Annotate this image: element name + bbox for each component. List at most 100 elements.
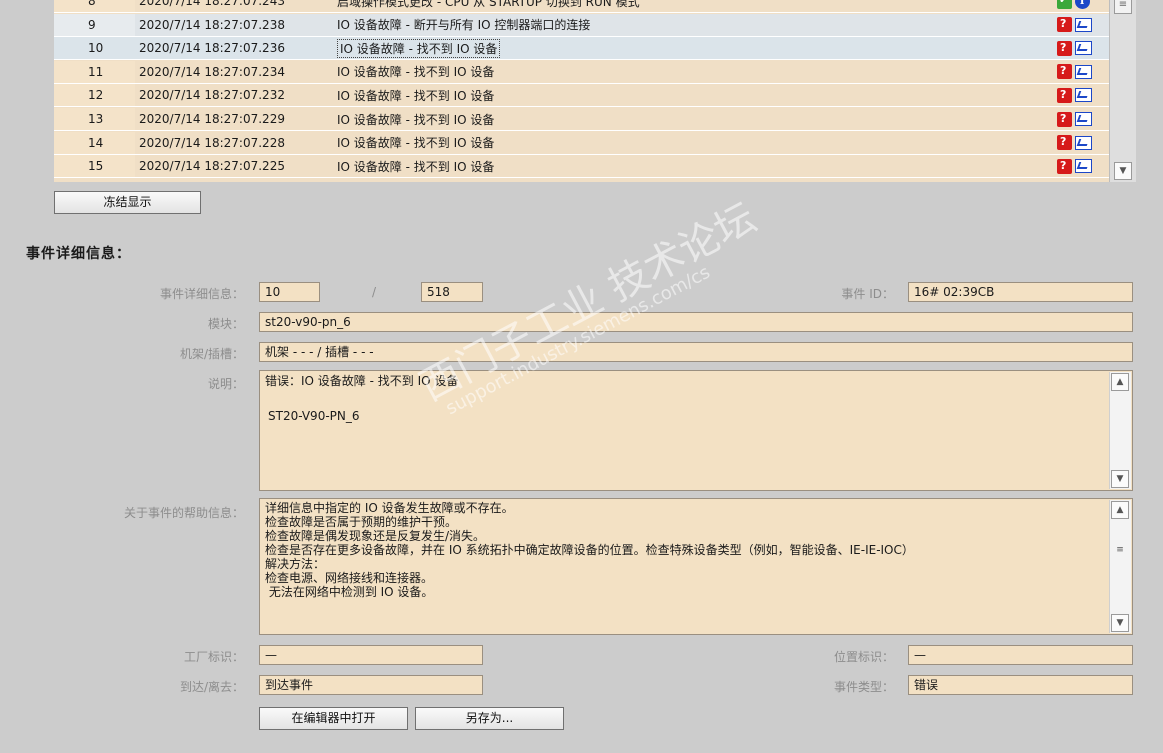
- row-timestamp: 2020/7/14 18:27:07.234: [139, 64, 285, 79]
- row-description: IO 设备故障 - 找不到 IO 设备: [337, 88, 495, 103]
- row-number: 13: [54, 108, 135, 130]
- description-line-2: ST20-V90-PN_6: [268, 409, 360, 423]
- scrollbar-thumb[interactable]: ≡: [1111, 542, 1129, 560]
- message-icon: [1075, 64, 1092, 79]
- location-id-field[interactable]: —: [908, 645, 1133, 665]
- arrival-label: 到达/离去：: [179, 680, 244, 694]
- help-line: 无法在网络中检测到 IO 设备。: [265, 585, 434, 599]
- description-label: 说明：: [207, 377, 244, 391]
- event-index-field[interactable]: 10: [259, 282, 320, 302]
- module-field[interactable]: st20-v90-pn_6: [259, 312, 1133, 332]
- error-icon: [1057, 64, 1072, 80]
- row-icons: [1057, 111, 1109, 127]
- scroll-down-button[interactable]: ▼: [1111, 614, 1129, 632]
- event-table[interactable]: 8 2020/7/14 18:27:07.243 启域操作模式更改 - CPU 从 …: [54, 0, 1109, 182]
- help-line: 检查故障是否属于预期的维护干预。: [265, 515, 458, 529]
- row-timestamp: 2020/7/14 18:27:07.243: [139, 0, 285, 8]
- error-icon: [1057, 111, 1072, 127]
- help-line: 检查是否存在更多设备故障，并在 IO 系统拓扑中确定故障设备的位置。检查特殊设备…: [265, 543, 914, 557]
- row-icons: [1057, 135, 1109, 151]
- chevron-up-icon: ▲: [1116, 505, 1124, 515]
- info-icon: [1075, 0, 1090, 9]
- description-scrollbar[interactable]: ▲ ▼: [1109, 372, 1131, 489]
- row-description: IO 设备故障 - 断开与所有 IO 控制器端口的连接: [337, 18, 591, 33]
- row-number: 11: [54, 60, 135, 83]
- rack-slot-field[interactable]: 机架 - - - / 插槽 - - -: [259, 342, 1133, 362]
- help-line: 检查电源、网络接线和连接器。: [265, 571, 434, 585]
- row-timestamp: 2020/7/14 18:27:07.228: [139, 135, 285, 150]
- row-timestamp: 2020/7/14 18:27:07.225: [139, 159, 285, 174]
- description-line-1: 错误：IO 设备故障 - 找不到 IO 设备: [265, 374, 459, 388]
- index-separator: /: [372, 285, 377, 299]
- row-number: 9: [54, 13, 135, 36]
- error-icon: [1057, 158, 1072, 174]
- row-description: 启域操作模式更改 - CPU 从 STARTUP 切换到 RUN 模式: [337, 0, 640, 9]
- location-id-label: 位置标识：: [833, 650, 894, 664]
- chevron-down-icon: ▼: [1116, 474, 1124, 484]
- message-icon: [1075, 17, 1092, 32]
- table-row[interactable]: 15 2020/7/14 18:27:07.225 IO 设备故障 - 找不到 IO…: [54, 155, 1109, 179]
- event-id-field[interactable]: 16# 02:39CB: [908, 282, 1133, 302]
- row-icons: [1057, 64, 1109, 80]
- message-icon: [1075, 88, 1092, 103]
- chevron-down-icon: ▼: [1116, 618, 1124, 628]
- event-type-field[interactable]: 错误: [908, 675, 1133, 695]
- event-type-label: 事件类型：: [833, 680, 894, 694]
- plant-id-label: 工厂标识：: [183, 650, 244, 664]
- row-description: IO 设备故障 - 找不到 IO 设备: [335, 37, 1057, 59]
- row-timestamp: 2020/7/14 18:27:07.238: [139, 17, 285, 32]
- help-line: 详细信息中指定的 IO 设备发生故障或不存在。: [265, 501, 514, 515]
- help-label: 关于事件的帮助信息：: [123, 506, 244, 520]
- scroll-up-button[interactable]: ▲: [1111, 501, 1129, 519]
- error-icon: [1057, 40, 1072, 56]
- row-number: 12: [54, 84, 135, 107]
- row-description: IO 设备故障 - 找不到 IO 设备: [337, 159, 495, 174]
- row-number: 14: [54, 131, 135, 154]
- freeze-display-button[interactable]: 冻结显示: [54, 191, 201, 214]
- help-line: 检查故障是偶发现象还是反复发生/消失。: [265, 529, 486, 543]
- row-timestamp: 2020/7/14 18:27:07.232: [139, 88, 285, 103]
- row-timestamp: 2020/7/14 18:27:07.236: [139, 41, 285, 56]
- row-number: 10: [54, 37, 135, 60]
- row-description: IO 设备故障 - 找不到 IO 设备: [337, 136, 495, 151]
- scroll-up-button[interactable]: ▲: [1111, 373, 1129, 391]
- plant-id-field[interactable]: —: [259, 645, 483, 665]
- scroll-down-button[interactable]: ▼: [1111, 470, 1129, 488]
- event-id-label: 事件 ID：: [841, 287, 894, 301]
- table-row[interactable]: 10 2020/7/14 18:27:07.236 IO 设备故障 - 找不到 IO…: [54, 37, 1109, 61]
- row-icons: [1057, 87, 1109, 103]
- help-text: 详细信息中指定的 IO 设备发生故障或不存在。 检查故障是否属于预期的维护干预。检…: [265, 501, 1106, 599]
- open-in-editor-button[interactable]: 在编辑器中打开: [259, 707, 408, 730]
- row-description: IO 设备故障 - 找不到 IO 设备: [337, 65, 495, 80]
- table-row[interactable]: 14 2020/7/14 18:27:07.228 IO 设备故障 - 找不到 IO…: [54, 131, 1109, 155]
- table-row[interactable]: 13 2020/7/14 18:27:07.229 IO 设备故障 - 找不到 IO…: [54, 108, 1109, 131]
- event-list-scrollbar[interactable]: ≡ ▼: [1109, 0, 1136, 182]
- chevron-down-icon: ▼: [1119, 166, 1127, 176]
- help-area[interactable]: 详细信息中指定的 IO 设备发生故障或不存在。 检查故障是否属于预期的维护干预。检…: [259, 498, 1133, 635]
- table-row[interactable]: 12 2020/7/14 18:27:07.232 IO 设备故障 - 找不到 IO…: [54, 84, 1109, 108]
- table-row[interactable]: 9 2020/7/14 18:27:07.238 IO 设备故障 - 断开与所有 I…: [54, 13, 1109, 37]
- arrival-field[interactable]: 到达事件: [259, 675, 483, 695]
- rack-slot-label: 机架/插槽：: [179, 347, 244, 361]
- scrollbar-thumb[interactable]: ≡: [1114, 0, 1132, 14]
- help-scrollbar[interactable]: ▲ ≡ ▼: [1109, 500, 1131, 633]
- scroll-down-button[interactable]: ▼: [1114, 162, 1132, 180]
- message-icon: [1075, 112, 1092, 126]
- row-icons: [1057, 158, 1109, 174]
- error-icon: [1057, 87, 1072, 103]
- section-title: 事件详细信息：: [26, 246, 131, 262]
- message-icon: [1075, 159, 1092, 174]
- row-icons: [1057, 17, 1109, 33]
- table-row[interactable]: 11 2020/7/14 18:27:07.234 IO 设备故障 - 找不到 IO…: [54, 60, 1109, 84]
- event-total-field[interactable]: 518: [421, 282, 483, 302]
- event-list[interactable]: 8 2020/7/14 18:27:07.243 启域操作模式更改 - CPU 从 …: [54, 0, 1136, 182]
- ok-icon: [1057, 0, 1072, 9]
- module-label: 模块：: [207, 317, 244, 331]
- description-area[interactable]: 错误：IO 设备故障 - 找不到 IO 设备 ST20-V90-PN_6 ▲ ▼: [259, 370, 1133, 491]
- row-description: IO 设备故障 - 找不到 IO 设备: [337, 112, 495, 127]
- error-icon: [1057, 17, 1072, 33]
- message-icon: [1075, 41, 1092, 56]
- row-icons: [1057, 0, 1109, 9]
- save-as-button[interactable]: 另存为...: [415, 707, 564, 730]
- table-row[interactable]: 8 2020/7/14 18:27:07.243 启域操作模式更改 - CPU 从 …: [54, 0, 1109, 13]
